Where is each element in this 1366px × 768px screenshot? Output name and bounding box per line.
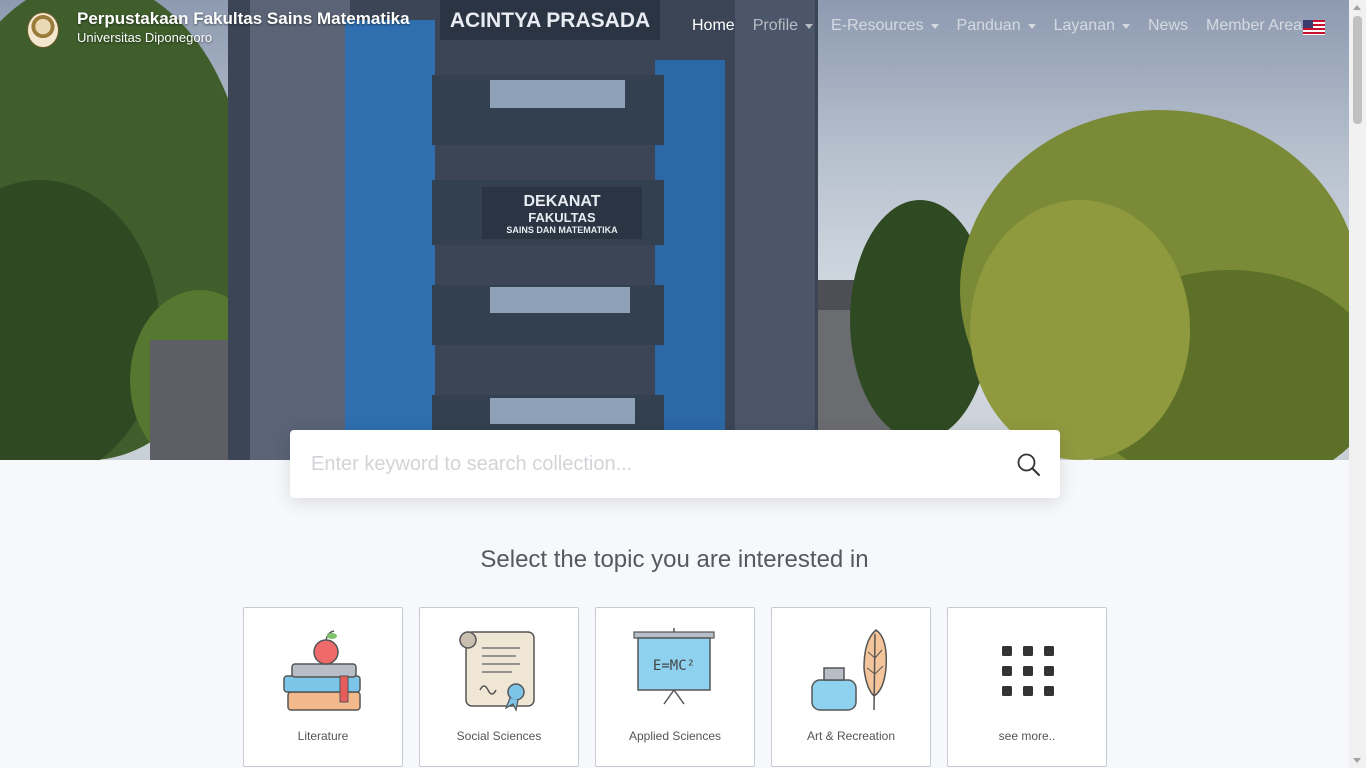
chevron-down-icon: [805, 23, 814, 29]
books-apple-icon: [283, 630, 361, 711]
nav-member-area-label: Member Area: [1206, 17, 1303, 34]
topic-label-see-more: see more..: [998, 729, 1056, 743]
nav-e-resources[interactable]: E-Resources: [831, 17, 939, 35]
scroll-down-icon[interactable]: [1353, 758, 1361, 763]
topic-card-social-sciences[interactable]: Social Sciences: [419, 607, 579, 767]
topics-grid: Literature Social Sciences E=MC² Applied…: [243, 607, 1107, 767]
hero-image: ACINTYA PRASADA DEKANAT FAKULTAS SAINS D…: [0, 0, 1349, 460]
topic-label-literature: Literature: [297, 729, 349, 743]
topic-card-literature[interactable]: Literature: [243, 607, 403, 767]
nav-member-area[interactable]: Member Area: [1206, 17, 1302, 35]
brand-subtitle: Universitas Diponegoro: [77, 30, 213, 45]
scroll-up-icon[interactable]: [1353, 5, 1361, 10]
nav-panduan-label: Panduan: [956, 17, 1021, 34]
search-input[interactable]: [290, 430, 990, 498]
search-button[interactable]: [1016, 452, 1042, 478]
topic-label-applied-sciences: Applied Sciences: [628, 729, 722, 743]
us-flag-icon[interactable]: [1303, 20, 1325, 35]
formula-text: E=MC²: [653, 658, 695, 674]
navbar: Perpustakaan Fakultas Sains Matematika U…: [0, 0, 1349, 60]
hero-banner: ACINTYA PRASADA DEKANAT FAKULTAS SAINS D…: [0, 0, 1349, 460]
grid-dots-icon: [1002, 646, 1054, 696]
nav-home[interactable]: Home: [692, 17, 735, 35]
topic-card-see-more[interactable]: see more..: [947, 607, 1107, 767]
search-box: [290, 430, 1060, 498]
nav-layanan[interactable]: Layanan: [1054, 17, 1130, 35]
nav-profile-label: Profile: [752, 17, 799, 34]
chevron-down-icon: [930, 23, 939, 29]
topic-label-social-sciences: Social Sciences: [456, 729, 542, 743]
chevron-down-icon: [1121, 23, 1130, 29]
brand-title[interactable]: Perpustakaan Fakultas Sains Matematika: [77, 9, 410, 29]
nav-layanan-label: Layanan: [1053, 17, 1115, 34]
ink-feather-icon: [811, 629, 888, 711]
nav-e-resources-label: E-Resources: [831, 17, 924, 34]
nav-home-label: Home: [692, 17, 735, 34]
nav-profile[interactable]: Profile: [752, 17, 814, 35]
chevron-down-icon: [1027, 23, 1036, 29]
nav-news[interactable]: News: [1148, 17, 1188, 35]
blackboard-formula-icon: E=MC²: [633, 628, 715, 705]
nav-panduan[interactable]: Panduan: [957, 17, 1036, 35]
topic-card-applied-sciences[interactable]: E=MC² Applied Sciences: [595, 607, 755, 767]
scrollbar-thumb[interactable]: [1353, 16, 1362, 124]
topics-heading: Select the topic you are interested in: [480, 546, 869, 573]
university-logo-icon[interactable]: [27, 12, 59, 48]
topic-card-art-recreation[interactable]: Art & Recreation: [771, 607, 931, 767]
topic-label-art-recreation: Art & Recreation: [806, 729, 896, 743]
page-scrollbar[interactable]: [1349, 0, 1366, 768]
certificate-scroll-icon: [459, 631, 535, 712]
search-icon: [1017, 453, 1040, 476]
building-sign-dekanat: DEKANAT: [523, 193, 600, 210]
nav-news-label: News: [1147, 17, 1188, 34]
building-sign-fakultas: FAKULTAS: [528, 210, 596, 225]
building-sign-fsm: SAINS DAN MATEMATIKA: [506, 225, 618, 235]
main-nav: Home Profile E-Resources Panduan Layanan…: [692, 17, 1320, 35]
